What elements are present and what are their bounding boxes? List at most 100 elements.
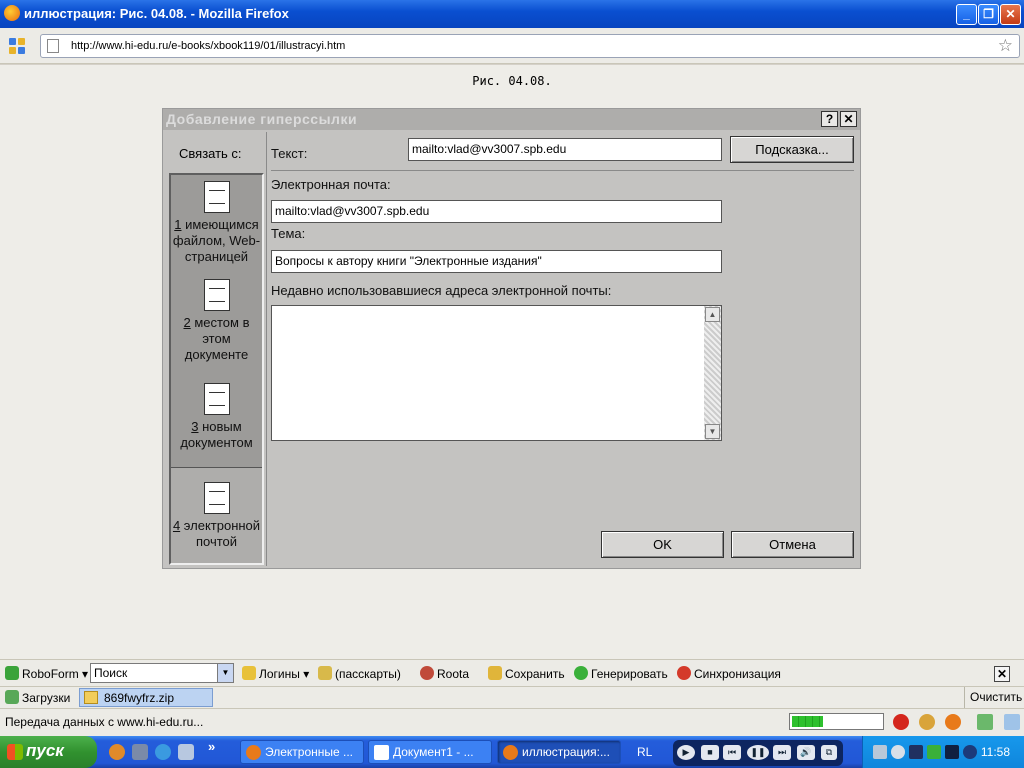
save-icon: [488, 666, 502, 680]
link-to-label: Связать с:: [179, 146, 242, 161]
envelope-icon: [203, 482, 230, 514]
quicklaunch-app-icon[interactable]: [132, 744, 148, 760]
restore-player-icon[interactable]: ⧉: [821, 745, 837, 760]
download-filename: 869fwyfrz.zip: [104, 691, 175, 705]
pause-icon[interactable]: ❚❚: [747, 745, 769, 760]
stop-icon[interactable]: ■: [701, 745, 719, 760]
downloads-bar: Загрузки 869fwyfrz.zip Очистить: [0, 686, 1024, 709]
next-icon[interactable]: ⏭: [773, 745, 791, 760]
page-info-icon[interactable]: [1004, 714, 1020, 730]
passcards-button[interactable]: (пасскарты): [318, 666, 401, 681]
adblock-icon[interactable]: [893, 714, 909, 730]
roota-icon: [420, 666, 434, 680]
quicklaunch-desktop-icon[interactable]: [178, 744, 194, 760]
places-bar: 1 имеющимся файлом, Web-страницей 2 мест…: [169, 173, 264, 565]
roboform-toolbar: RoboForm ▾ Поиск ▼ Логины ▾ (пасскарты) …: [0, 659, 1024, 686]
firefox-icon: [246, 745, 261, 760]
help-button: ?: [821, 111, 838, 127]
link-to-pane: Связать с: 1 имеющимся файлом, Web-стран…: [167, 132, 264, 566]
dialog-title: Добавление гиперссылки: [166, 111, 358, 127]
progress-fill: [792, 716, 823, 727]
chevron-down-icon[interactable]: ▼: [217, 664, 233, 682]
firefox-icon: [503, 745, 518, 760]
language-indicator[interactable]: RL: [637, 745, 652, 759]
sidebar-icon[interactable]: [977, 714, 993, 730]
downloads-icon: [5, 690, 19, 704]
page-content: Рис. 04.08. Добавление гиперссылки ? ✕ С…: [0, 65, 1024, 659]
generate-button[interactable]: Генерировать: [574, 666, 668, 681]
quicklaunch-firefox-icon[interactable]: [109, 744, 125, 760]
dialog-close-button: ✕: [840, 111, 857, 127]
greasemonkey-icon[interactable]: [919, 714, 935, 730]
clock: 11:58: [980, 745, 1010, 759]
tray-app-icon[interactable]: [891, 745, 905, 759]
search-text: Поиск: [94, 666, 128, 680]
progress-bar: [789, 713, 884, 730]
email-label: Электронная почта:: [271, 177, 391, 192]
downloads-label[interactable]: Загрузки: [5, 690, 70, 705]
tray-media-icon[interactable]: [963, 745, 977, 759]
quicklaunch-ie-icon[interactable]: [155, 744, 171, 760]
subject-field: Вопросы к автору книги "Электронные изда…: [271, 250, 722, 273]
scrollbar: [704, 306, 721, 440]
logins-button[interactable]: Логины ▾: [242, 666, 309, 681]
close-window-button[interactable]: ✕: [1000, 4, 1021, 25]
tray-antivirus-icon[interactable]: [945, 745, 959, 759]
generate-icon: [574, 666, 588, 680]
place-label: местом в этом документе: [184, 315, 250, 362]
hint-button: Подсказка...: [730, 136, 854, 163]
status-text: Передача данных с www.hi-edu.ru...: [5, 715, 204, 729]
window-title: иллюстрация: Рис. 04.08. - Mozilla Firef…: [24, 6, 289, 21]
window-titlebar: иллюстрация: Рис. 04.08. - Mozilla Firef…: [0, 0, 1024, 28]
scroll-up-icon: ▲: [705, 307, 720, 322]
restore-button[interactable]: ❐: [978, 4, 999, 25]
download-item[interactable]: 869fwyfrz.zip: [79, 688, 213, 707]
minimize-button[interactable]: _: [956, 4, 977, 25]
windows-logo-icon: [7, 744, 23, 760]
roboform-menu[interactable]: RoboForm ▾: [5, 666, 88, 681]
apps-grid-icon[interactable]: [9, 38, 27, 56]
email-field: mailto:vlad@vv3007.spb.edu: [271, 200, 722, 223]
place-this-document: 2 местом в этом документе: [171, 279, 262, 369]
roboform-icon: [5, 666, 19, 680]
close-toolbar-icon[interactable]: ✕: [994, 666, 1010, 682]
save-button[interactable]: Сохранить: [488, 666, 565, 681]
place-hotkey: 2: [183, 315, 191, 330]
quicklaunch-more[interactable]: »: [208, 739, 215, 754]
place-label: имеющимся файлом, Web-страницей: [172, 217, 261, 264]
navigation-bar: http://www.hi-edu.ru/e-books/xbook119/01…: [0, 28, 1024, 64]
volume-icon[interactable]: 🔊: [797, 745, 815, 760]
tray-roboform-icon[interactable]: [927, 745, 941, 759]
dialog-titlebar: Добавление гиперссылки ? ✕: [163, 109, 860, 130]
place-hotkey: 3: [191, 419, 199, 434]
place-email: 4 электронной почтой: [171, 467, 262, 563]
cancel-button: Отмена: [731, 531, 854, 558]
document-anchor-icon: [203, 279, 230, 311]
logins-icon: [242, 666, 256, 680]
start-button[interactable]: пуск: [0, 736, 97, 768]
word-document-icon: [374, 745, 389, 760]
roota-button[interactable]: Roota: [420, 666, 469, 681]
previous-icon[interactable]: ⏮: [723, 745, 741, 760]
roboform-search-input[interactable]: Поиск ▼: [90, 663, 234, 683]
clear-downloads-button[interactable]: Очистить: [964, 687, 1024, 709]
tray-display-icon[interactable]: [909, 745, 923, 759]
player-logo-icon[interactable]: ▶: [677, 745, 695, 760]
firefox-addon-icon[interactable]: [945, 714, 961, 730]
status-bar: Передача данных с www.hi-edu.ru...: [0, 708, 1024, 736]
task-button[interactable]: Электронные ...: [240, 740, 364, 764]
address-bar[interactable]: http://www.hi-edu.ru/e-books/xbook119/01…: [40, 34, 1020, 58]
bookmark-star-icon[interactable]: ☆: [998, 36, 1013, 56]
place-existing-file: 1 имеющимся файлом, Web-страницей: [171, 181, 262, 271]
media-player-toolbar: ▶ ■ ⏮ ❚❚ ⏭ 🔊 ⧉: [673, 740, 843, 766]
folder-icon: [84, 691, 98, 704]
sync-button[interactable]: Синхронизация: [677, 666, 781, 681]
task-button-active[interactable]: иллюстрация:...: [497, 740, 621, 764]
figure-caption: Рис. 04.08.: [472, 74, 552, 88]
tray-network-icon[interactable]: [873, 745, 887, 759]
url-text[interactable]: http://www.hi-edu.ru/e-books/xbook119/01…: [71, 40, 345, 52]
task-button[interactable]: Документ1 - ...: [368, 740, 492, 764]
recent-addresses-label: Недавно использовавшиеся адреса электрон…: [271, 283, 612, 298]
scroll-down-icon: ▼: [705, 424, 720, 439]
place-label: электронной почтой: [180, 518, 261, 549]
